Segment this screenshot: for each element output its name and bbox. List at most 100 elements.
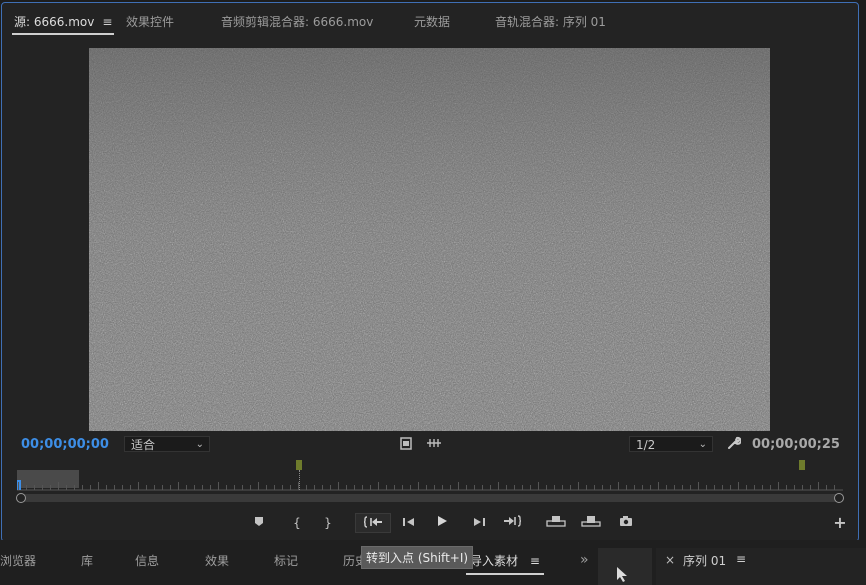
marker-flag-end[interactable] — [799, 460, 805, 470]
insert-button[interactable] — [544, 513, 568, 533]
ruler-tick — [338, 482, 339, 490]
ruler-tick — [210, 485, 211, 490]
step-back-button[interactable] — [397, 513, 421, 533]
ruler-tick — [746, 485, 747, 490]
ruler-tick — [522, 485, 523, 490]
ruler-tick — [826, 485, 827, 490]
add-marker-button[interactable] — [247, 513, 271, 533]
ruler-tick — [762, 485, 763, 490]
ruler-tick — [130, 485, 131, 490]
ruler-tick — [26, 485, 27, 490]
ruler-tick — [802, 485, 803, 490]
ruler-tick — [138, 482, 139, 490]
overwrite-icon — [581, 516, 601, 527]
film-icon[interactable] — [399, 437, 413, 451]
hamburger-menu-icon[interactable]: ≡ — [530, 554, 540, 568]
hamburger-menu-icon[interactable]: ≡ — [736, 552, 746, 566]
ruler-tick — [770, 485, 771, 490]
marker-icon — [255, 517, 263, 526]
go-to-in-button[interactable] — [355, 513, 391, 533]
tab-import-footage[interactable]: 导入素材 ≡ — [466, 552, 544, 575]
ruler-tick — [538, 482, 539, 490]
trim-icon[interactable] — [425, 437, 443, 451]
tab-effects[interactable]: 效果 — [205, 552, 229, 569]
wrench-icon[interactable] — [726, 436, 742, 452]
tab-audio-clip-mixer[interactable]: 音频剪辑混合器: 6666.mov — [221, 13, 373, 30]
tab-media-browser[interactable]: 浏览器 — [0, 552, 36, 569]
timeline-panel-header: × 序列 01 ≡ — [656, 548, 866, 585]
hamburger-menu-icon[interactable]: ≡ — [102, 15, 112, 29]
duration-timecode: 00;00;00;25 — [752, 437, 840, 452]
overwrite-button[interactable] — [579, 513, 603, 533]
ruler-tick — [506, 485, 507, 490]
close-icon[interactable]: × — [665, 553, 675, 567]
ruler-tick — [626, 485, 627, 490]
ruler-tick — [394, 485, 395, 490]
transport-controls: { } + — [2, 513, 858, 533]
selection-tool-icon[interactable] — [616, 566, 628, 582]
ruler-tick — [90, 485, 91, 490]
mark-out-button[interactable]: } — [316, 513, 340, 533]
step-forward-button[interactable] — [467, 513, 491, 533]
tab-import-footage-label: 导入素材 — [470, 554, 519, 568]
tab-libraries[interactable]: 库 — [81, 552, 93, 569]
tab-sequence-01[interactable]: 序列 01 — [683, 552, 726, 569]
ruler-tick — [146, 485, 147, 490]
tools-panel — [598, 548, 652, 585]
ruler-tick — [154, 485, 155, 490]
ruler-tick — [370, 485, 371, 490]
ruler-tick — [514, 485, 515, 490]
overflow-icon[interactable]: » — [580, 552, 589, 568]
tab-source[interactable]: 源: 6666.mov ≡ — [11, 13, 115, 35]
ruler-tick — [434, 485, 435, 490]
current-timecode[interactable]: 00;00;00;00 — [21, 437, 109, 452]
scroll-handle-left[interactable] — [16, 493, 26, 503]
step-back-icon — [403, 518, 414, 526]
ruler-tick — [282, 485, 283, 490]
ruler-tick — [562, 485, 563, 490]
marker-flag[interactable] — [296, 460, 302, 470]
ruler-tick — [426, 485, 427, 490]
mark-in-button[interactable]: { — [285, 513, 309, 533]
tab-info[interactable]: 信息 — [135, 552, 159, 569]
scroll-handle-right[interactable] — [834, 493, 844, 503]
time-ruler[interactable] — [17, 479, 843, 491]
tab-metadata[interactable]: 元数据 — [414, 13, 450, 30]
resolution-select[interactable]: 1/2 ⌄ — [629, 436, 713, 452]
ruler-tick — [466, 485, 467, 490]
ruler-tick — [18, 482, 19, 490]
tab-effect-controls[interactable]: 效果控件 — [126, 13, 174, 30]
play-button[interactable] — [430, 513, 454, 533]
ruler-tick — [306, 485, 307, 490]
zoom-select[interactable]: 适合 ⌄ — [124, 436, 210, 452]
ruler-tick — [698, 482, 699, 490]
ruler-tick — [106, 485, 107, 490]
ruler-tick — [786, 485, 787, 490]
ruler-tick — [234, 485, 235, 490]
ruler-tick — [618, 482, 619, 490]
insert-icon — [546, 516, 566, 527]
ruler-tick — [570, 485, 571, 490]
ruler-tick — [170, 485, 171, 490]
ruler-tick — [730, 485, 731, 490]
tab-markers[interactable]: 标记 — [274, 552, 298, 569]
ruler-tick — [122, 485, 123, 490]
plus-icon[interactable]: + — [828, 513, 852, 533]
ruler-tick — [690, 485, 691, 490]
ruler-tick — [226, 485, 227, 490]
video-frame-image — [89, 48, 770, 431]
tab-source-label: 源: 6666.mov — [14, 15, 95, 29]
ruler-tick — [554, 485, 555, 490]
ruler-tick — [794, 485, 795, 490]
go-to-out-button[interactable] — [501, 513, 525, 533]
ruler-tick — [290, 485, 291, 490]
ruler-tick — [546, 485, 547, 490]
ruler-tick — [458, 482, 459, 490]
tab-track-mixer[interactable]: 音轨混合器: 序列 01 — [495, 13, 606, 30]
ruler-tick — [530, 485, 531, 490]
video-preview[interactable] — [89, 48, 770, 431]
ruler-tick — [594, 485, 595, 490]
zoom-scrollbar[interactable] — [22, 494, 840, 502]
ruler-tick — [74, 485, 75, 490]
export-frame-button[interactable] — [614, 513, 638, 533]
